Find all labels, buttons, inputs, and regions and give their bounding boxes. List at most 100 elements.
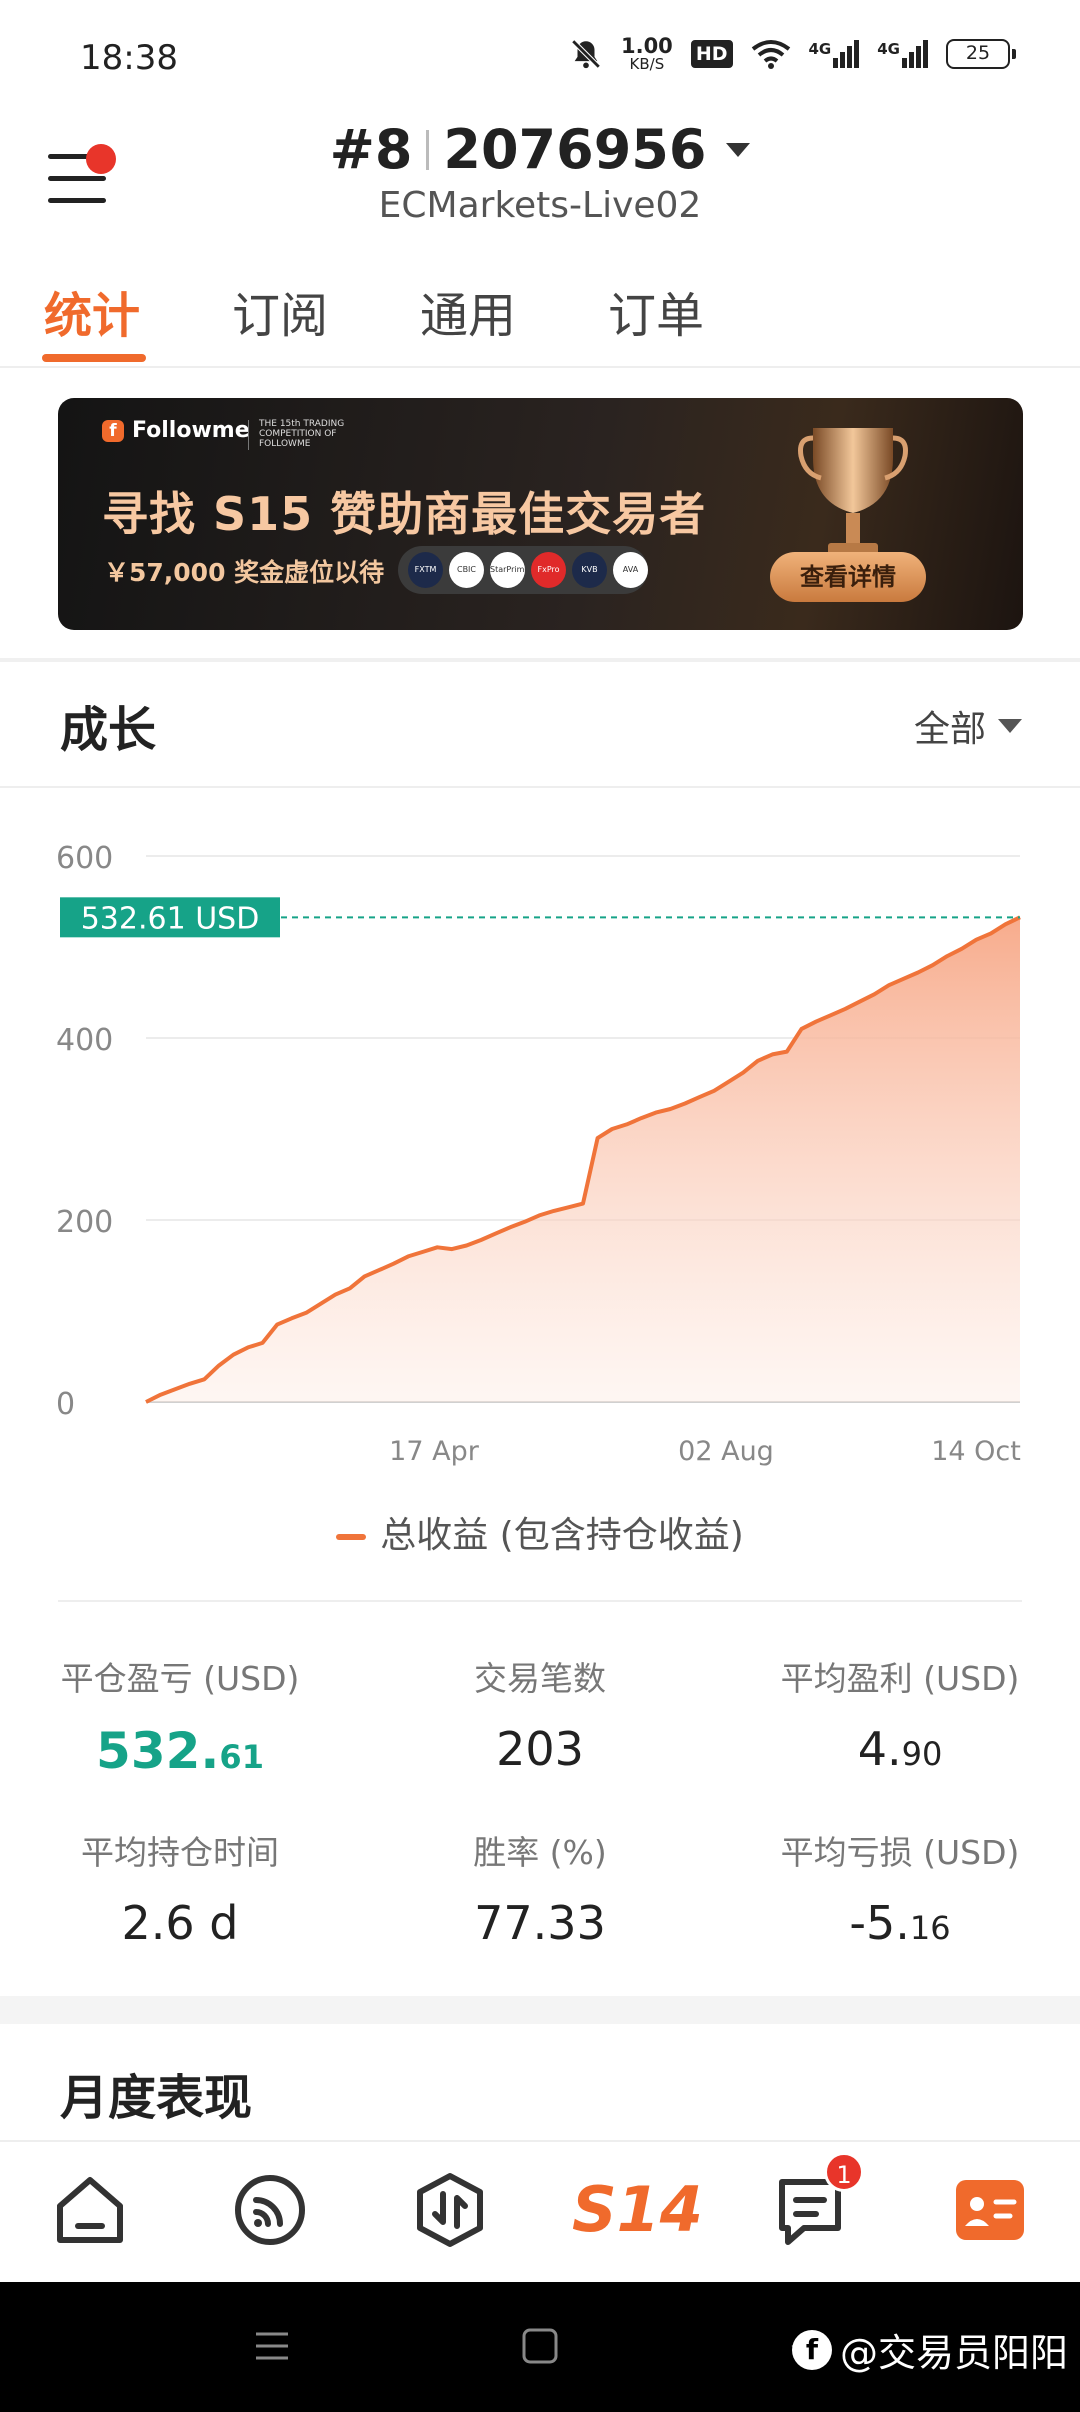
net-type-1: 4G xyxy=(808,40,832,58)
stat-label: 胜率 (%) xyxy=(473,1833,607,1872)
sponsor-logo: FXTM xyxy=(408,552,443,588)
caret-down-icon xyxy=(998,719,1022,733)
y-tick-label: 200 xyxy=(56,1205,113,1240)
followme-logo-icon: f xyxy=(102,419,124,442)
stat-value-main: -5. xyxy=(849,1896,910,1950)
y-tick-label: 600 xyxy=(56,841,113,876)
sponsor-logo: AVA TRADE xyxy=(613,552,648,588)
stat-value: 532.61 xyxy=(30,1722,330,1780)
tab-stats[interactable]: 统计 xyxy=(44,276,140,346)
tab-subscribe[interactable]: 订阅 xyxy=(232,276,328,346)
sponsor-logo: FxPro xyxy=(531,552,566,588)
net-type-2: 4G xyxy=(877,40,900,58)
account-separator xyxy=(426,129,430,170)
home-icon[interactable] xyxy=(50,2170,130,2250)
stat-value-main: 2.6 d xyxy=(121,1896,239,1950)
profile-icon[interactable] xyxy=(950,2170,1030,2250)
messages-button[interactable]: 1 xyxy=(770,2152,864,2250)
growth-area xyxy=(146,917,1020,1402)
current-value-label: 532.61 USD xyxy=(81,901,260,936)
stat-avg-loss: 平均亏损 (USD) -5.16 xyxy=(750,1826,1050,1950)
stat-value: 77.33 xyxy=(390,1896,690,1950)
y-tick-label: 400 xyxy=(56,1023,113,1058)
stat-value-main: 203 xyxy=(496,1722,584,1776)
stat-label: 平仓盈亏 (USD) xyxy=(60,1659,300,1698)
feed-icon[interactable] xyxy=(230,2170,310,2250)
status-bar: 18:38 1.00 KB/S HD 4G 4G 25 xyxy=(0,0,1080,120)
growth-chart[interactable]: 0 200 400 600 532.61 USD 17 Apr 02 Aug 14 Oct xyxy=(0,820,1080,1480)
stat-label: 平均持仓时间 xyxy=(81,1833,279,1872)
stat-value-decimal: 90 xyxy=(901,1735,943,1773)
promo-banner[interactable]: f Followme THE 15th TRADING COMPETITION … xyxy=(58,398,1023,630)
s14-icon[interactable]: S14 xyxy=(572,2170,703,2250)
hd-icon: HD xyxy=(690,40,733,68)
stat-label: 平均亏损 (USD) xyxy=(780,1833,1020,1872)
y-tick-label: 0 xyxy=(56,1387,75,1422)
signal-icon: 4G xyxy=(809,40,860,68)
stat-value-main: 77.33 xyxy=(474,1896,606,1950)
watermark-text: @交易员阳阳 xyxy=(839,2331,1068,2375)
watermark: f @交易员阳阳 xyxy=(791,2322,1068,2377)
sponsor-logo: KVB xyxy=(572,552,607,588)
status-time: 18:38 xyxy=(80,38,178,78)
account-selector[interactable]: #8 2076956 xyxy=(330,118,751,181)
legend-swatch xyxy=(336,1534,367,1540)
banner-competition: THE 15th TRADING COMPETITION OF FOLLOWME xyxy=(248,419,348,450)
stat-label: 交易笔数 xyxy=(474,1659,606,1698)
bottom-nav: S14 1 xyxy=(0,2140,1080,2282)
tab-general[interactable]: 通用 xyxy=(420,276,516,346)
wifi-icon xyxy=(751,40,790,69)
x-tick-label: 02 Aug xyxy=(678,1436,774,1467)
weibo-logo-icon: f xyxy=(791,2329,832,2370)
tab-active-indicator xyxy=(42,354,146,362)
stat-avg-profit: 平均盈利 (USD) 4.90 xyxy=(750,1652,1050,1776)
banner-brand: Followme xyxy=(132,418,250,443)
banner-subtitle: ￥57,000 奖金虚位以待 xyxy=(104,558,385,587)
stat-value: 2.6 d xyxy=(30,1896,330,1950)
stat-value-main: 4. xyxy=(857,1722,902,1776)
net-speed-unit: KB/S xyxy=(629,55,665,73)
x-tick-label: 14 Oct xyxy=(931,1436,1021,1467)
section-divider xyxy=(0,1996,1080,2024)
stat-value-main: 532. xyxy=(96,1722,220,1780)
server-name: ECMarkets-Live02 xyxy=(378,185,702,226)
view-details-button[interactable]: 查看详情 xyxy=(770,552,926,602)
followme-logo: f Followme xyxy=(102,418,250,443)
x-tick-label: 17 Apr xyxy=(389,1436,480,1467)
stat-label: 平均盈利 (USD) xyxy=(780,1659,1020,1698)
recent-apps-icon[interactable] xyxy=(252,2326,292,2366)
stat-value-decimal: 16 xyxy=(909,1909,951,1947)
stat-avg-hold-time: 平均持仓时间 2.6 d xyxy=(30,1826,330,1950)
legend-label: 总收益 (包含持仓收益) xyxy=(380,1515,744,1556)
tab-bar: 统计 订阅 通用 订单 xyxy=(0,268,1080,368)
growth-divider xyxy=(0,786,1080,788)
sponsor-logos: FXTM CBIC StarPrime FxPro KVB AVA TRADE xyxy=(398,546,648,594)
mute-bell-icon xyxy=(571,39,601,69)
sponsor-logo: StarPrime xyxy=(490,552,525,588)
home-nav-icon[interactable] xyxy=(520,2326,560,2366)
stat-value: -5.16 xyxy=(750,1896,1050,1950)
stats-divider xyxy=(58,1600,1022,1602)
growth-filter-dropdown[interactable]: 全部 xyxy=(914,700,1022,752)
messages-badge: 1 xyxy=(824,2152,864,2192)
net-speed-value: 1.00 xyxy=(620,34,673,58)
growth-filter-label: 全部 xyxy=(913,709,986,750)
stat-closed-pnl: 平仓盈亏 (USD) 532.61 xyxy=(30,1652,330,1780)
stat-trade-count: 交易笔数 203 xyxy=(390,1652,690,1776)
battery-icon: 25 xyxy=(946,39,1016,69)
section-divider xyxy=(0,658,1080,662)
banner-title: 寻找 S15 赞助商最佳交易者 xyxy=(102,487,707,541)
growth-title: 成长 xyxy=(60,702,157,758)
stat-value: 4.90 xyxy=(750,1722,1050,1776)
account-number: 2076956 xyxy=(443,118,707,181)
sponsor-logo: CBIC xyxy=(449,552,484,588)
chart-legend: 总收益 (包含持仓收益) xyxy=(0,1506,1080,1558)
status-icons: 1.00 KB/S HD 4G 4G 25 xyxy=(569,36,1016,72)
account-header: #8 2076956 ECMarkets-Live02 xyxy=(0,118,1080,226)
net-speed: 1.00 KB/S xyxy=(621,36,673,72)
trade-icon[interactable] xyxy=(410,2170,490,2250)
stat-value-decimal: 61 xyxy=(219,1738,264,1776)
monthly-title: 月度表现 xyxy=(60,2070,253,2126)
caret-down-icon[interactable] xyxy=(726,142,751,157)
tab-orders[interactable]: 订单 xyxy=(608,276,704,346)
